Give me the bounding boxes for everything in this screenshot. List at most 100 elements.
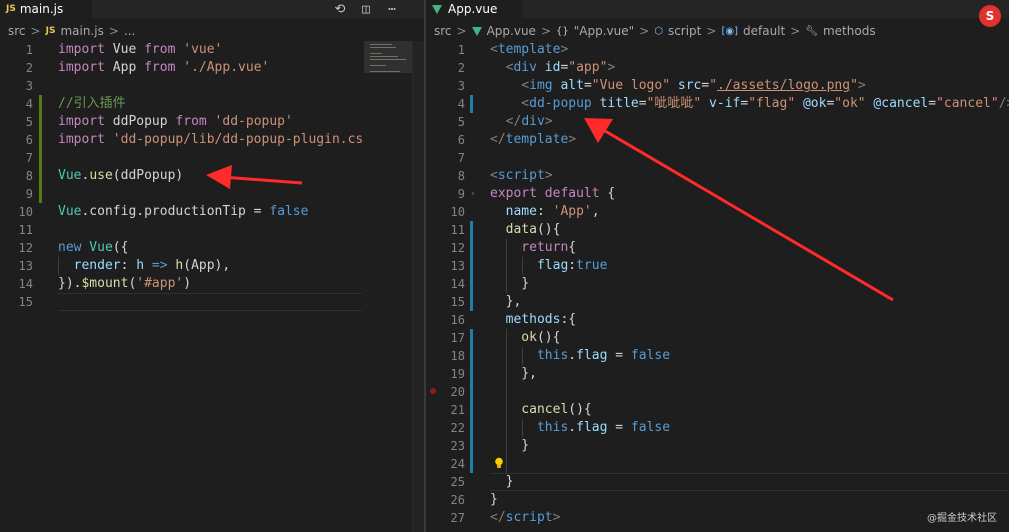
line-number: 8 [25,169,33,183]
line-number: 25 [450,475,465,489]
string-literal: 'dd-popup' [206,114,293,129]
breadcrumb-scope-script[interactable]: script [668,24,701,38]
vertical-scrollbar[interactable] [412,41,424,532]
tag-name: script [497,168,545,183]
attribute-name: id [536,60,561,75]
tab-main-js[interactable]: JS main.js [0,0,92,18]
function-name: ok [490,330,537,345]
current-line-highlight [490,473,1009,491]
code-line: 13 render: h => h(App), [0,257,426,275]
punctuation: ({ [112,240,129,255]
indent-guide [506,383,507,401]
code-line: 16 methods:{ [426,311,1009,329]
code-line-current: 25 } [426,473,1009,491]
line-number: 4 [25,97,33,111]
watermark-text: @掘金技术社区 [927,513,997,524]
breadcrumb-file[interactable]: App.vue [487,24,536,38]
git-modified-marker [470,401,473,419]
line-number: 14 [450,277,465,291]
line-number: 19 [450,367,465,381]
line-number: 8 [457,169,465,183]
breadcrumb-scope-methods[interactable]: methods [823,24,876,38]
brand-badge-icon: S [979,5,1001,27]
attribute-name: title [591,96,639,111]
function-name: cancel [490,402,569,417]
breadcrumb-ellipsis[interactable]: ... [124,24,135,38]
tag-bracket: < [490,96,530,111]
keyword: return [490,240,569,255]
minimap-slider[interactable] [364,41,412,73]
line-number: 4 [457,97,465,111]
git-added-marker [39,113,42,131]
line-number: 3 [25,79,33,93]
tag-bracket: < [490,78,530,93]
punctuation: = [701,78,710,93]
code-line: 22 this.flag = false [426,419,1009,437]
lightbulb-icon[interactable] [494,457,504,469]
punctuation: { [599,186,616,201]
punctuation: } [490,276,530,291]
tag-bracket: /> [998,96,1009,111]
code-line: 11 data(){ [426,221,1009,239]
punctuation: }, [490,366,537,381]
keyword: import [58,132,105,147]
property-name: methods [490,312,561,327]
punctuation: = [583,78,592,93]
punctuation: }). [58,276,82,291]
string-literal: './App.vue' [175,60,270,75]
tag-bracket: < [490,168,498,183]
code-line: 6 </template> [426,131,1009,149]
attribute-name: @cancel [865,96,929,111]
line-number: 2 [457,61,465,75]
tag-bracket: > [560,42,569,57]
breadcrumb-file[interactable]: main.js [60,24,103,38]
property-name: render [58,258,121,273]
breakpoint-hint-icon[interactable] [430,388,436,394]
breadcrumb-src[interactable]: src [434,24,452,38]
more-icon[interactable]: ⋯ [385,2,399,17]
keyword: from [175,114,207,129]
keyword: default [544,186,600,201]
punctuation: . [568,348,577,363]
chevron-right-icon: > [456,24,467,38]
property-access: .config.productionTip = [81,204,270,219]
tab-bar-left: JS main.js ⟲ ◫ ⋯ [0,0,426,18]
line-number: 5 [25,115,33,129]
minimap[interactable] [364,41,412,532]
string-literal: 'vue' [175,42,223,57]
code-line: 24 [426,455,1009,473]
line-number: 1 [25,43,33,57]
punctuation: (){ [568,402,592,417]
compare-icon[interactable]: ⟲ [333,2,347,17]
punctuation: :{ [560,312,577,327]
attribute-value: "ok" [834,96,866,111]
tag-name: script [505,510,553,525]
boolean-literal: false [630,420,671,435]
line-number: 27 [450,511,465,525]
tag-bracket: > [544,168,553,183]
code-line: 20 [426,383,1009,401]
attribute-value: "flag" [748,96,796,111]
code-editor-left[interactable]: 1 import Vue from 'vue' 2 import App from … [0,41,426,532]
code-line: 17 ok(){ [426,329,1009,347]
breadcrumb-src[interactable]: src [8,24,26,38]
code-line: 2 import App from './App.vue' [0,59,426,77]
keyword: import [58,42,105,57]
code-editor-right[interactable]: 1 <template> 2 <div id="app"> 3 <img alt=… [426,41,1009,532]
split-editor-icon[interactable]: ◫ [359,2,373,17]
breadcrumb-scope-default[interactable]: default [743,24,785,38]
js-file-icon: JS [45,26,56,36]
tag-name: div [521,114,545,129]
git-modified-marker [470,293,473,311]
fold-chevron-icon[interactable]: › [470,185,475,203]
line-number: 10 [18,205,33,219]
git-added-marker [39,131,42,149]
parameter: h [136,258,145,273]
code-line: 23 } [426,437,1009,455]
breadcrumb-scope-file[interactable]: "App.vue" [574,24,634,38]
tab-app-vue[interactable]: App.vue [426,0,522,18]
line-number: 17 [450,331,465,345]
line-number: 16 [450,313,465,327]
tag-name: dd-popup [529,96,592,111]
asset-link[interactable]: ./assets/logo.png [717,78,850,93]
